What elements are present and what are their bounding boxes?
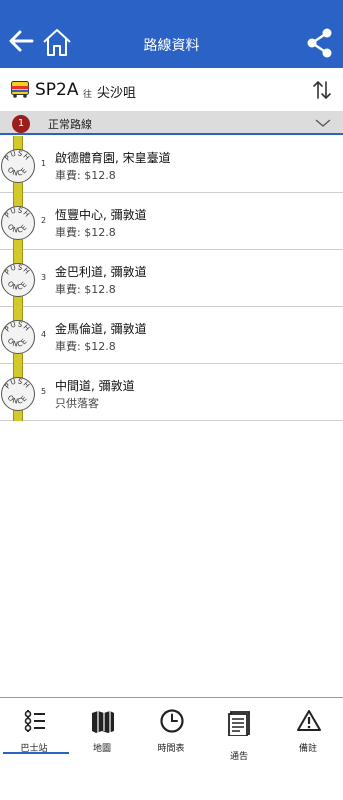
push-once-bell-icon[interactable]: PUSH ONCE xyxy=(1,377,35,411)
svg-text:PUSH: PUSH xyxy=(3,264,31,276)
bottom-tab-bar: 巴士站 地圖 時間表 通告 備註 xyxy=(0,697,343,762)
tab-remarks[interactable]: 備註 xyxy=(274,698,342,762)
push-once-bell-icon[interactable]: PUSH ONCE xyxy=(1,263,35,297)
push-once-bell-icon[interactable]: PUSH ONCE xyxy=(1,149,35,183)
svg-text:ONCE: ONCE xyxy=(6,280,29,292)
stop-sequence: 1 xyxy=(41,159,47,168)
svg-text:PUSH: PUSH xyxy=(3,150,31,162)
svg-text:ONCE: ONCE xyxy=(6,223,29,235)
bus-stop-list-icon xyxy=(24,710,45,732)
push-once-text: ONCE xyxy=(6,223,28,235)
stop-fare: 只供落客 xyxy=(55,397,99,410)
map-icon xyxy=(92,711,114,733)
push-once-text: PUSH xyxy=(3,207,30,219)
route-variant-selector[interactable]: 1 正常路線 xyxy=(0,111,343,135)
stop-fare: 車費: $12.8 xyxy=(55,169,116,182)
bus-icon xyxy=(11,81,29,98)
push-once-text: ONCE xyxy=(6,166,28,178)
route-destination: 尖沙咀 xyxy=(97,86,137,101)
push-once-text: ONCE xyxy=(6,337,28,349)
swap-direction-icon[interactable] xyxy=(312,80,332,100)
stop-sequence: 2 xyxy=(41,216,47,225)
chevron-down-icon xyxy=(315,119,331,127)
svg-text:PUSH: PUSH xyxy=(3,207,31,219)
push-once-bell-icon[interactable]: PUSH ONCE xyxy=(1,320,35,354)
push-once-text: PUSH xyxy=(3,378,30,390)
svg-text:ONCE: ONCE xyxy=(6,394,29,406)
stop-fare: 車費: $12.8 xyxy=(55,340,116,353)
stop-name: 啟德體育園, 宋皇臺道 xyxy=(55,151,171,165)
top-app-bar: 路線資料 xyxy=(0,0,343,68)
tab-map[interactable]: 地圖 xyxy=(68,698,136,762)
stop-row[interactable]: PUSH ONCE 1 啟德體育園, 宋皇臺道 車費: $12.8 xyxy=(0,136,343,193)
active-tab-indicator xyxy=(3,752,69,754)
clock-icon xyxy=(160,709,184,733)
svg-text:PUSH: PUSH xyxy=(3,378,31,390)
tab-label: 備註 xyxy=(298,744,317,754)
stop-row[interactable]: PUSH ONCE 4 金馬倫道, 彌敦道 車費: $12.8 xyxy=(0,307,343,364)
stop-row[interactable]: PUSH ONCE 5 中間道, 彌敦道 只供落客 xyxy=(0,364,343,421)
push-once-text: ONCE xyxy=(6,394,28,406)
tab-timetable[interactable]: 時間表 xyxy=(137,698,205,762)
page-title: 路線資料 xyxy=(143,38,200,54)
push-once-bell-icon[interactable]: PUSH ONCE xyxy=(1,206,35,240)
stop-sequence: 4 xyxy=(41,330,47,339)
stop-sequence: 5 xyxy=(41,387,47,396)
stop-fare: 車費: $12.8 xyxy=(55,226,116,239)
stop-fare: 車費: $12.8 xyxy=(55,283,116,296)
variant-label: 正常路線 xyxy=(48,118,92,131)
warning-icon xyxy=(297,710,321,731)
svg-text:ONCE: ONCE xyxy=(6,337,29,349)
stop-row[interactable]: PUSH ONCE 2 恆豐中心, 彌敦道 車費: $12.8 xyxy=(0,193,343,250)
stop-name: 恆豐中心, 彌敦道 xyxy=(55,208,147,222)
stop-name: 金馬倫道, 彌敦道 xyxy=(55,322,147,336)
tab-bus-stops[interactable]: 巴士站 xyxy=(0,698,69,762)
stop-row[interactable]: PUSH ONCE 3 金巴利道, 彌敦道 車費: $12.8 xyxy=(0,250,343,307)
push-once-text: ONCE xyxy=(6,280,28,292)
stop-sequence: 3 xyxy=(41,273,47,282)
svg-text:ONCE: ONCE xyxy=(6,166,29,178)
tab-label: 通告 xyxy=(229,752,248,762)
route-header: SP2A 往 尖沙咀 xyxy=(0,68,343,110)
tab-label: 地圖 xyxy=(92,744,111,754)
push-once-text: PUSH xyxy=(3,264,30,276)
push-once-text: PUSH xyxy=(3,150,30,162)
route-number: SP2A xyxy=(35,80,79,100)
stop-name: 中間道, 彌敦道 xyxy=(55,379,135,393)
variant-badge: 1 xyxy=(12,115,30,133)
direction-word: 往 xyxy=(83,90,93,100)
svg-text:PUSH: PUSH xyxy=(3,321,31,333)
notice-document-icon xyxy=(228,711,250,736)
push-once-text: PUSH xyxy=(3,321,30,333)
stop-name: 金巴利道, 彌敦道 xyxy=(55,265,147,279)
stop-list: PUSH ONCE 1 啟德體育園, 宋皇臺道 車費: $12.8 PUSH ONCE 2 恆豐… xyxy=(0,136,343,421)
tab-label: 時間表 xyxy=(157,744,185,754)
tab-notices[interactable]: 通告 xyxy=(205,698,273,762)
share-icon[interactable] xyxy=(307,28,333,58)
